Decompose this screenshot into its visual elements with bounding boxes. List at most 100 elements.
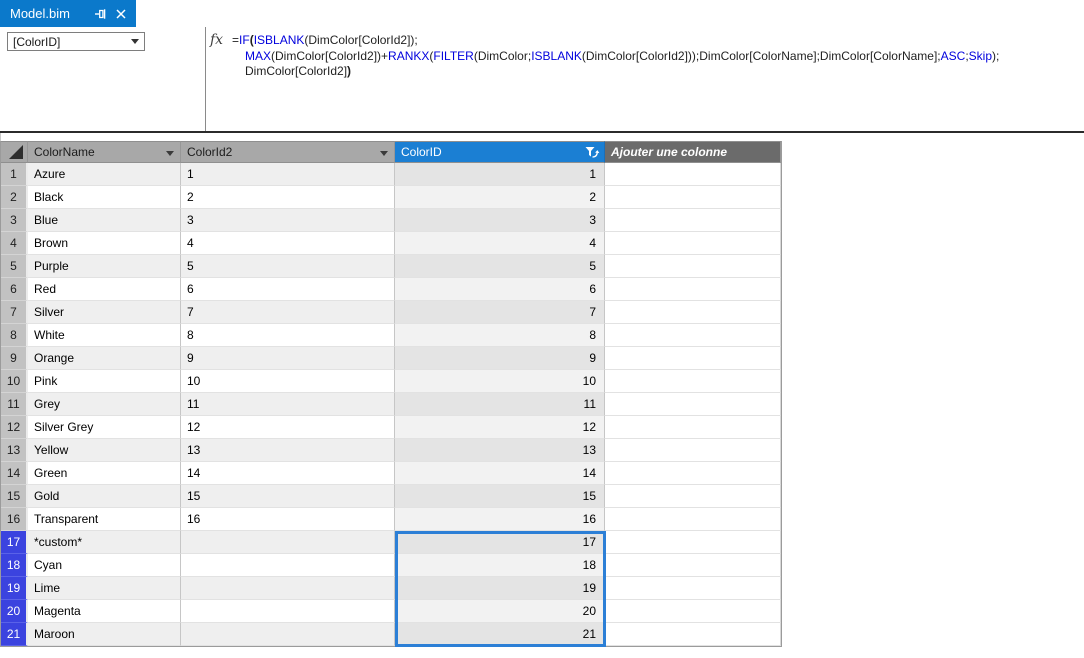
row-header-13[interactable]: 13 xyxy=(1,439,28,462)
row-header-6[interactable]: 6 xyxy=(1,278,28,301)
cell-addcolumn-15[interactable] xyxy=(605,485,781,508)
cell-addcolumn-5[interactable] xyxy=(605,255,781,278)
cell-addcolumn-2[interactable] xyxy=(605,186,781,209)
cell-addcolumn-7[interactable] xyxy=(605,301,781,324)
cell-colorid-15[interactable]: 15 xyxy=(395,485,605,508)
formula-input[interactable]: =IF(ISBLANK(DimColor[ColorId2]); MAX(DimC… xyxy=(232,33,999,80)
dropdown-icon[interactable] xyxy=(166,151,174,156)
row-header-3[interactable]: 3 xyxy=(1,209,28,232)
cell-colorid2-4[interactable]: 4 xyxy=(181,232,395,255)
cell-addcolumn-11[interactable] xyxy=(605,393,781,416)
cell-colorid2-5[interactable]: 5 xyxy=(181,255,395,278)
cell-colorid2-15[interactable]: 15 xyxy=(181,485,395,508)
cell-colorname-15[interactable]: Gold xyxy=(28,485,181,508)
row-header-20[interactable]: 20 xyxy=(1,600,28,623)
cell-colorid2-3[interactable]: 3 xyxy=(181,209,395,232)
cell-colorname-19[interactable]: Lime xyxy=(28,577,181,600)
cell-colorid2-14[interactable]: 14 xyxy=(181,462,395,485)
cell-colorid-13[interactable]: 13 xyxy=(395,439,605,462)
cell-colorid-12[interactable]: 12 xyxy=(395,416,605,439)
cell-colorname-4[interactable]: Brown xyxy=(28,232,181,255)
cell-addcolumn-10[interactable] xyxy=(605,370,781,393)
name-box[interactable]: [ColorID] xyxy=(7,32,145,51)
cell-colorid2-21[interactable] xyxy=(181,623,395,646)
row-header-8[interactable]: 8 xyxy=(1,324,28,347)
cell-colorname-20[interactable]: Magenta xyxy=(28,600,181,623)
cell-colorid2-6[interactable]: 6 xyxy=(181,278,395,301)
cell-colorname-7[interactable]: Silver xyxy=(28,301,181,324)
cell-addcolumn-6[interactable] xyxy=(605,278,781,301)
filter-sort-icon[interactable] xyxy=(585,146,600,160)
cell-addcolumn-4[interactable] xyxy=(605,232,781,255)
cell-addcolumn-16[interactable] xyxy=(605,508,781,531)
cell-colorid2-17[interactable] xyxy=(181,531,395,554)
cell-colorid-21[interactable]: 21 xyxy=(395,623,605,646)
cell-colorid2-20[interactable] xyxy=(181,600,395,623)
cell-colorid-1[interactable]: 1 xyxy=(395,163,605,186)
dropdown-icon[interactable] xyxy=(380,151,388,156)
cell-colorname-21[interactable]: Maroon xyxy=(28,623,181,646)
column-header-id[interactable]: ColorID xyxy=(395,141,605,163)
column-header-add[interactable]: Ajouter une colonne xyxy=(605,141,781,163)
row-header-5[interactable]: 5 xyxy=(1,255,28,278)
cell-colorid-14[interactable]: 14 xyxy=(395,462,605,485)
cell-addcolumn-19[interactable] xyxy=(605,577,781,600)
cell-colorid-2[interactable]: 2 xyxy=(395,186,605,209)
cell-colorid-17[interactable]: 17 xyxy=(395,531,605,554)
cell-colorname-13[interactable]: Yellow xyxy=(28,439,181,462)
pin-icon[interactable] xyxy=(94,7,108,21)
cell-colorid2-16[interactable]: 16 xyxy=(181,508,395,531)
cell-colorid2-7[interactable]: 7 xyxy=(181,301,395,324)
cell-colorid-3[interactable]: 3 xyxy=(395,209,605,232)
row-header-18[interactable]: 18 xyxy=(1,554,28,577)
row-header-10[interactable]: 10 xyxy=(1,370,28,393)
cell-colorid-5[interactable]: 5 xyxy=(395,255,605,278)
cell-colorid-16[interactable]: 16 xyxy=(395,508,605,531)
cell-colorname-18[interactable]: Cyan xyxy=(28,554,181,577)
cell-colorname-16[interactable]: Transparent xyxy=(28,508,181,531)
column-header-id2[interactable]: ColorId2 xyxy=(181,141,395,163)
cell-colorname-10[interactable]: Pink xyxy=(28,370,181,393)
cell-addcolumn-20[interactable] xyxy=(605,600,781,623)
row-header-21[interactable]: 21 xyxy=(1,623,28,646)
cell-colorid-19[interactable]: 19 xyxy=(395,577,605,600)
cell-colorid2-11[interactable]: 11 xyxy=(181,393,395,416)
cell-colorname-17[interactable]: *custom* xyxy=(28,531,181,554)
row-header-19[interactable]: 19 xyxy=(1,577,28,600)
cell-colorid-4[interactable]: 4 xyxy=(395,232,605,255)
cell-colorid2-12[interactable]: 12 xyxy=(181,416,395,439)
cell-colorname-12[interactable]: Silver Grey xyxy=(28,416,181,439)
cell-colorid-18[interactable]: 18 xyxy=(395,554,605,577)
cell-addcolumn-8[interactable] xyxy=(605,324,781,347)
cell-colorname-3[interactable]: Blue xyxy=(28,209,181,232)
cell-addcolumn-18[interactable] xyxy=(605,554,781,577)
cell-addcolumn-17[interactable] xyxy=(605,531,781,554)
cell-colorid2-9[interactable]: 9 xyxy=(181,347,395,370)
cell-colorid2-13[interactable]: 13 xyxy=(181,439,395,462)
cell-colorname-6[interactable]: Red xyxy=(28,278,181,301)
cell-colorid-10[interactable]: 10 xyxy=(395,370,605,393)
row-header-15[interactable]: 15 xyxy=(1,485,28,508)
cell-colorid-11[interactable]: 11 xyxy=(395,393,605,416)
row-header-9[interactable]: 9 xyxy=(1,347,28,370)
cell-colorid-6[interactable]: 6 xyxy=(395,278,605,301)
cell-colorid-20[interactable]: 20 xyxy=(395,600,605,623)
cell-colorname-14[interactable]: Green xyxy=(28,462,181,485)
cell-colorid2-8[interactable]: 8 xyxy=(181,324,395,347)
row-header-4[interactable]: 4 xyxy=(1,232,28,255)
cell-addcolumn-13[interactable] xyxy=(605,439,781,462)
row-header-7[interactable]: 7 xyxy=(1,301,28,324)
row-header-2[interactable]: 2 xyxy=(1,186,28,209)
row-header-11[interactable]: 11 xyxy=(1,393,28,416)
cell-addcolumn-3[interactable] xyxy=(605,209,781,232)
cell-colorid-9[interactable]: 9 xyxy=(395,347,605,370)
cell-colorid2-18[interactable] xyxy=(181,554,395,577)
chevron-down-icon[interactable] xyxy=(131,39,139,44)
row-header-12[interactable]: 12 xyxy=(1,416,28,439)
row-header-14[interactable]: 14 xyxy=(1,462,28,485)
cell-colorid2-2[interactable]: 2 xyxy=(181,186,395,209)
cell-colorid-7[interactable]: 7 xyxy=(395,301,605,324)
cell-colorid-8[interactable]: 8 xyxy=(395,324,605,347)
cell-colorname-2[interactable]: Black xyxy=(28,186,181,209)
select-all-corner[interactable] xyxy=(1,141,28,163)
